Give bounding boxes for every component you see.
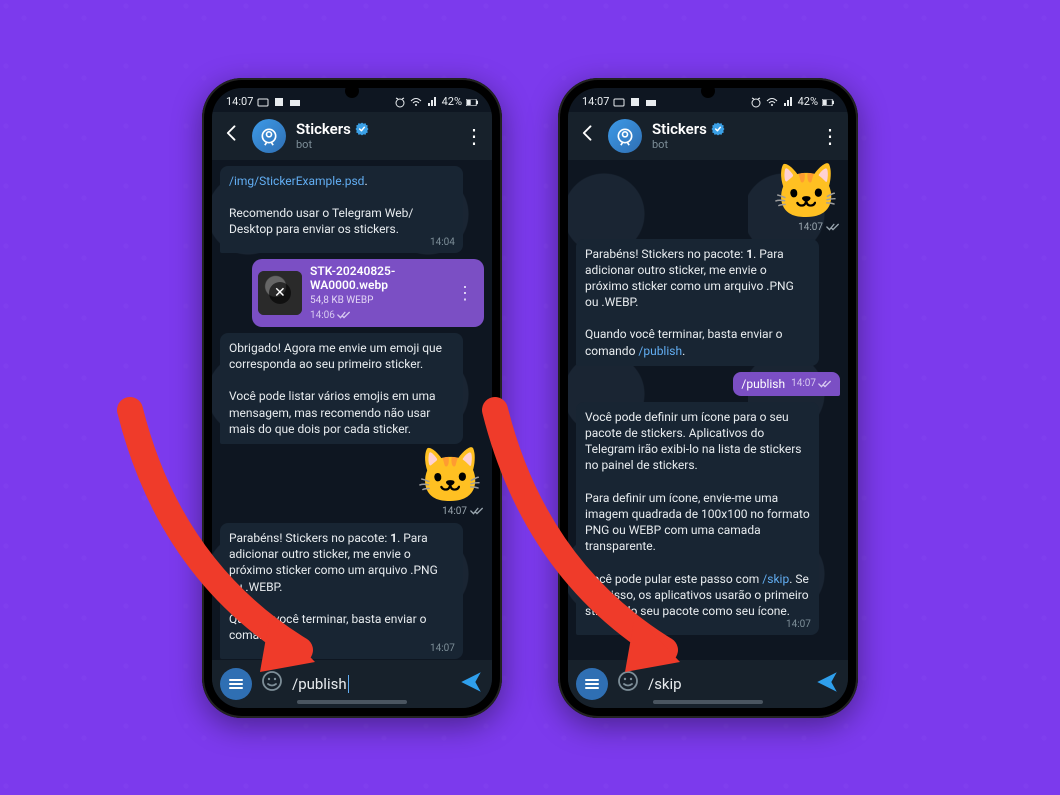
link[interactable]: /img/StickerExample.psd (229, 174, 364, 188)
status-icon (273, 96, 285, 108)
screen: 14:07 (212, 88, 492, 708)
sent-sticker[interactable]: 🐱 14:07 (773, 166, 840, 233)
message-text: Para definir um ícone, envie-me uma imag… (585, 491, 810, 554)
status-icon (613, 96, 625, 108)
verified-icon (355, 122, 369, 136)
message-text: Quando você terminar, basta enviar o com… (229, 612, 426, 642)
cancel-icon[interactable]: ✕ (269, 282, 291, 304)
chat-title-block[interactable]: Stickers bot (296, 120, 454, 151)
signal-icon (782, 96, 794, 108)
battery-icon (822, 96, 834, 108)
wifi-icon (766, 96, 778, 108)
command-link[interactable]: /publish (638, 344, 682, 358)
message-text: Parabéns! Stickers no pacote: (585, 247, 746, 261)
phone-mockup-left: 14:07 (202, 78, 502, 718)
alarm-icon (394, 96, 406, 108)
chat-subtitle: bot (652, 138, 810, 151)
message-text: Obrigado! Agora me envie um emoji que co… (229, 341, 442, 371)
chat-title-block[interactable]: Stickers bot (652, 120, 810, 151)
battery-percent: 42% (442, 95, 462, 108)
bot-message[interactable]: /img/StickerExample.psd. Recomendo usar … (220, 166, 463, 254)
bot-message[interactable]: Parabéns! Stickers no pacote: 1. Para ad… (220, 523, 463, 659)
file-name: STK-20240825-WA0000.webp (310, 265, 444, 293)
bot-message[interactable]: Obrigado! Agora me envie um emoji que co… (220, 333, 463, 444)
back-button[interactable] (222, 123, 242, 148)
chat-scroll[interactable]: /img/StickerExample.psd. Recomendo usar … (212, 160, 492, 660)
message-text: Você pode pular este passo com (585, 572, 762, 586)
sent-message[interactable]: /publish 14:07 (733, 372, 840, 396)
signal-icon (426, 96, 438, 108)
timestamp: 14:07 (786, 618, 811, 632)
input-value: /skip (648, 675, 682, 693)
command-link[interactable]: /skip (762, 572, 789, 586)
read-ticks-icon (337, 310, 351, 320)
status-icon (289, 96, 301, 108)
menu-button[interactable]: ⋮ (464, 124, 482, 148)
bot-avatar[interactable] (252, 119, 286, 153)
alarm-icon (750, 96, 762, 108)
status-time: 14:07 (582, 95, 609, 108)
battery-icon (466, 96, 478, 108)
sent-file[interactable]: ✕ STK-20240825-WA0000.webp 54,8 KB WEBP … (252, 259, 484, 327)
file-menu-button[interactable]: ⋮ (452, 283, 478, 304)
commands-menu-button[interactable] (576, 668, 608, 700)
emoji-button[interactable] (616, 669, 640, 699)
message-text: /publish (741, 377, 785, 391)
input-value: /publish (292, 675, 347, 693)
status-icon (629, 96, 641, 108)
chat-scroll[interactable]: 🐱 14:07 Parabéns! Stickers no pacote: 1.… (568, 160, 848, 660)
chat-title: Stickers (296, 120, 351, 138)
timestamp: 14:07 (442, 506, 467, 517)
timestamp: 14:06 (310, 310, 335, 321)
sent-sticker[interactable]: 🐱 14:07 (417, 450, 484, 517)
cat-sticker: 🐱 (773, 166, 840, 220)
message-text: . (682, 344, 685, 358)
back-button[interactable] (578, 123, 598, 148)
emoji-button[interactable] (260, 669, 284, 699)
wifi-icon (410, 96, 422, 108)
read-ticks-icon (826, 222, 840, 232)
cat-sticker: 🐱 (417, 450, 484, 504)
chat-subtitle: bot (296, 138, 454, 151)
read-ticks-icon (818, 379, 832, 389)
timestamp: 14:07 (798, 222, 823, 233)
chat-title: Stickers (652, 120, 707, 138)
battery-percent: 42% (798, 95, 818, 108)
timestamp: 14:07 (791, 378, 816, 389)
status-icon (257, 96, 269, 108)
message-text: Recomendo usar o Telegram Web/ Desktop p… (229, 206, 413, 236)
screen: 14:07 42% Stickers bot (568, 88, 848, 708)
chat-header: Stickers bot ⋮ (568, 112, 848, 160)
home-indicator (653, 700, 763, 704)
bot-avatar[interactable] (608, 119, 642, 153)
phone-mockup-right: 14:07 42% Stickers bot (558, 78, 858, 718)
file-thumbnail: ✕ (258, 271, 302, 315)
home-indicator (297, 700, 407, 704)
camera-notch (345, 84, 359, 98)
file-size: 54,8 KB WEBP (310, 295, 444, 306)
camera-notch (701, 84, 715, 98)
message-text: Parabéns! Stickers no pacote: (229, 531, 390, 545)
timestamp: 14:04 (430, 236, 455, 250)
message-input[interactable]: /skip (648, 675, 806, 693)
message-text: Você pode definir um ícone para o seu pa… (585, 410, 801, 473)
bot-message[interactable]: Parabéns! Stickers no pacote: 1. Para ad… (576, 239, 819, 366)
send-button[interactable] (814, 669, 840, 699)
chat-header: Stickers bot ⋮ (212, 112, 492, 160)
verified-icon (711, 122, 725, 136)
status-time: 14:07 (226, 95, 253, 108)
commands-menu-button[interactable] (220, 668, 252, 700)
status-icon (645, 96, 657, 108)
bot-message[interactable]: Você pode definir um ícone para o seu pa… (576, 402, 819, 635)
message-input[interactable]: /publish (292, 675, 450, 693)
send-button[interactable] (458, 669, 484, 699)
read-ticks-icon (470, 506, 484, 516)
message-text: Você pode listar vários emojis em uma me… (229, 389, 436, 435)
timestamp: 14:07 (430, 642, 455, 656)
menu-button[interactable]: ⋮ (820, 124, 838, 148)
